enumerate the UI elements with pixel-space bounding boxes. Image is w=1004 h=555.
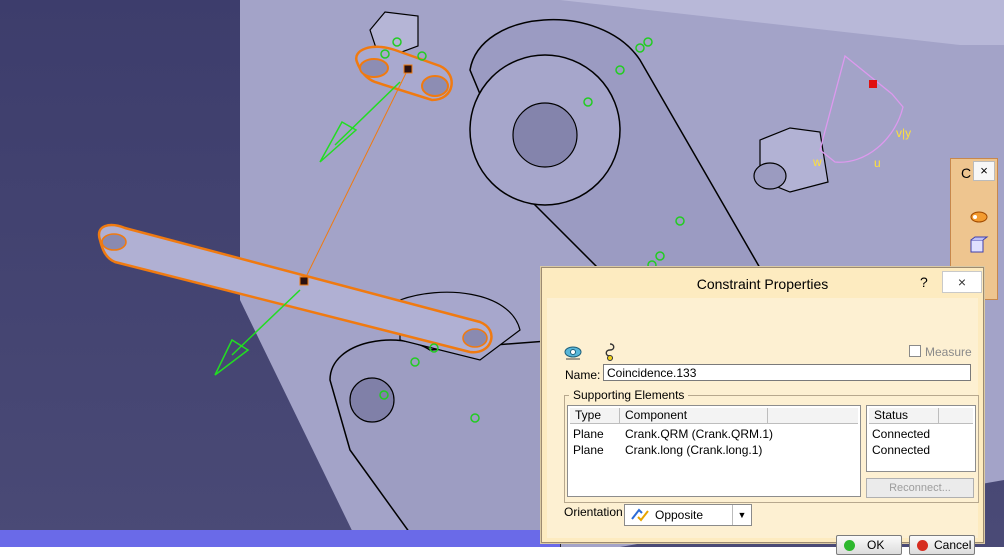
ok-button[interactable]: OK (836, 535, 902, 555)
column-header-type[interactable]: Type (570, 408, 620, 424)
dialog-close-button[interactable]: × (942, 271, 982, 293)
chevron-down-icon[interactable]: ▼ (732, 505, 751, 525)
row-2-component[interactable]: Crank.long (Crank.long.1) (625, 443, 762, 458)
cube-icon[interactable] (967, 235, 989, 255)
orientation-label: Orientation (564, 505, 623, 519)
constraint-properties-dialog: Constraint Properties ? × Measure Name: … (541, 267, 984, 555)
help-button[interactable]: ? (920, 274, 928, 290)
reconnect-button[interactable]: Reconnect... (866, 478, 974, 498)
crank-bore (512, 102, 578, 168)
measure-label: Measure (925, 345, 972, 359)
orientation-select[interactable]: Opposite ▼ (624, 504, 752, 526)
row-2-status[interactable]: Connected (872, 443, 930, 458)
constraint-icon[interactable] (967, 207, 989, 227)
supporting-elements-label: Supporting Elements (569, 388, 689, 402)
name-label: Name: (565, 368, 601, 382)
compass-handle[interactable] (869, 80, 877, 88)
column-header-blank (768, 408, 858, 424)
orientation-value: Opposite (655, 508, 704, 522)
column-header-component[interactable]: Component (620, 408, 768, 424)
name-input[interactable]: Coincidence.133 (603, 364, 971, 381)
row-1-status[interactable]: Connected (872, 427, 930, 442)
row-1-component[interactable]: Crank.QRM (Crank.QRM.1) (625, 427, 773, 442)
supporting-elements-list[interactable]: Type Component Plane Crank.QRM (Crank.QR… (567, 405, 861, 497)
opposite-icon (631, 508, 649, 522)
measure-checkbox[interactable]: Measure (909, 345, 972, 359)
cancel-icon (917, 540, 928, 551)
cancel-button[interactable]: Cancel (909, 535, 975, 555)
status-list[interactable]: Status Connected Connected (866, 405, 976, 472)
ok-icon (844, 540, 855, 551)
orientation-icon (605, 343, 615, 361)
dialog-titlebar[interactable]: Constraint Properties ? × (542, 268, 983, 298)
toolbox-title: C (961, 165, 972, 181)
toolbox-close-button[interactable]: × (973, 161, 995, 181)
dialog-body: Measure Name: Coincidence.133 Supporting… (547, 298, 979, 555)
column-header-status[interactable]: Status (869, 408, 939, 424)
coincidence-constraint-icon (564, 346, 582, 360)
axis-label-w: w (812, 155, 822, 169)
axis-label-vy: v|y (896, 126, 911, 140)
axis-label-u: u (874, 156, 881, 170)
row-1-type[interactable]: Plane (573, 427, 604, 442)
dialog-title: Constraint Properties (696, 276, 829, 292)
row-2-type[interactable]: Plane (573, 443, 604, 458)
